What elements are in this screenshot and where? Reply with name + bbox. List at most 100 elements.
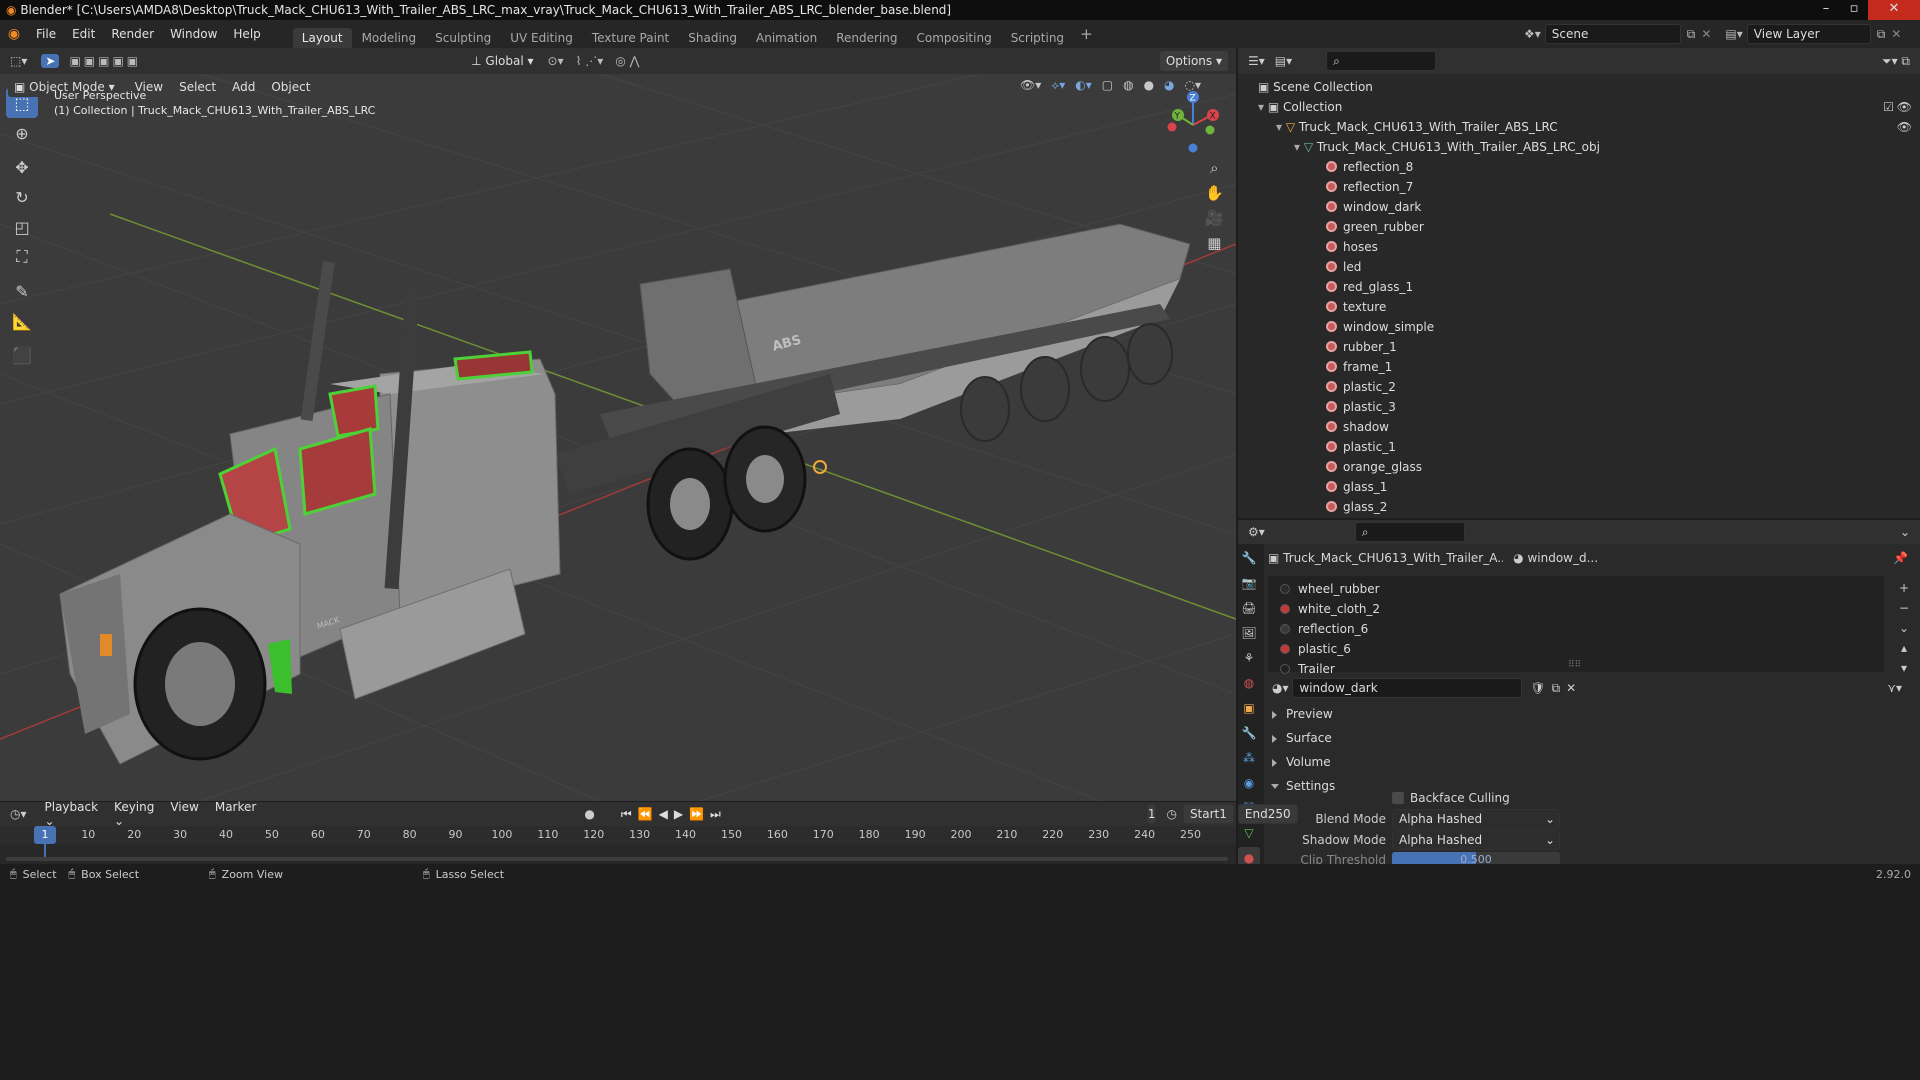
zoom-icon[interactable]: ⌕	[1205, 156, 1224, 181]
fake-user-icon[interactable]: 🛡	[1530, 681, 1545, 695]
timeline-scrollbar[interactable]	[6, 857, 1228, 861]
filter-icon[interactable]: ⏷▾ ⧉	[1882, 54, 1910, 69]
surface-panel-header[interactable]: Surface	[1272, 726, 1904, 750]
annotate-tool-icon[interactable]: ✎	[6, 276, 38, 306]
material-slot[interactable]: plastic_6	[1268, 639, 1884, 659]
timeline-menu-keying[interactable]: Keying ⌄	[106, 800, 162, 828]
tab-modeling[interactable]: Modeling	[353, 28, 426, 48]
navigation-gizmo[interactable]: Z Y X	[1160, 90, 1226, 160]
outliner-search-field[interactable]: ⌕	[1326, 51, 1437, 71]
end-frame-field[interactable]: End 250	[1237, 804, 1298, 824]
outliner-material-row[interactable]: plastic_2	[1238, 377, 1920, 397]
timeline-menu-playback[interactable]: Playback ⌄	[37, 800, 107, 828]
tab-animation[interactable]: Animation	[747, 28, 826, 48]
menu-render[interactable]: Render	[103, 27, 162, 41]
rotate-tool-icon[interactable]: ↻	[6, 182, 38, 212]
overlay-toggle-icon[interactable]: ◐▾	[1075, 78, 1092, 92]
outliner-editor-icon[interactable]: ☰▾	[1248, 54, 1265, 68]
expand-icon[interactable]: ▾	[1294, 140, 1304, 154]
eye-icon[interactable]: 👁	[1897, 97, 1912, 117]
3d-viewport[interactable]: ABS MACK ⬚ ⊕ ✥ ↻ ◰ ⛶ ✎ 📐 ⬛ ▣ Object Mode…	[0, 74, 1236, 801]
snap-icon[interactable]: ⌇ ⋰▾	[576, 54, 604, 68]
object-origin[interactable]	[813, 460, 827, 474]
play-icon[interactable]: ▶	[674, 807, 689, 821]
play-reverse-icon[interactable]: ◀	[659, 807, 674, 821]
eye-icon[interactable]: 👁	[1897, 117, 1912, 137]
duplicate-material-icon[interactable]: ⧉	[1552, 681, 1561, 696]
outliner-material-row[interactable]: window_dark	[1238, 197, 1920, 217]
tool-tab-icon[interactable]: 🔧	[1238, 547, 1260, 569]
outliner-material-row[interactable]: rubber_1	[1238, 337, 1920, 357]
add-workspace-icon[interactable]: +	[1074, 25, 1099, 43]
move-tool-icon[interactable]: ✥	[6, 152, 38, 182]
timeline-menu-view[interactable]: View	[162, 800, 206, 828]
outliner-material-row[interactable]: led	[1238, 257, 1920, 277]
measure-tool-icon[interactable]: 📐	[6, 306, 38, 336]
outliner-material-row[interactable]: glass_1	[1238, 477, 1920, 497]
timeline-menu-marker[interactable]: Marker	[207, 800, 264, 828]
backface-culling-checkbox[interactable]	[1392, 792, 1404, 804]
material-name-field[interactable]: window_dark	[1292, 678, 1523, 698]
outliner-material-row[interactable]: plastic_1	[1238, 437, 1920, 457]
expand-icon[interactable]: ▾	[1258, 100, 1268, 114]
checkbox-icon[interactable]: ☑	[1883, 97, 1894, 117]
output-tab-icon[interactable]: 🖨	[1238, 597, 1260, 619]
modifier-tab-icon[interactable]: 🔧	[1238, 722, 1260, 744]
volume-panel-header[interactable]: Volume	[1272, 750, 1904, 774]
render-tab-icon[interactable]: 📷	[1238, 572, 1260, 594]
tab-texture-paint[interactable]: Texture Paint	[583, 28, 678, 48]
new-view-layer-icon[interactable]: ⧉	[1877, 27, 1886, 42]
scene-tab-icon[interactable]: ⚘	[1238, 647, 1260, 669]
material-slot[interactable]: reflection_6	[1268, 619, 1884, 639]
preview-panel-header[interactable]: Preview	[1272, 702, 1904, 726]
collection-row[interactable]: ▾ ▣ Collection ☑ 👁	[1238, 97, 1920, 117]
start-frame-field[interactable]: Start 1	[1182, 804, 1234, 824]
select-tool-icon[interactable]: ➤	[41, 54, 60, 68]
data-tab-icon[interactable]: ▽	[1238, 822, 1260, 844]
move-slot-up-icon[interactable]: ▴	[1894, 638, 1914, 658]
tab-shading[interactable]: Shading	[679, 28, 746, 48]
prev-keyframe-icon[interactable]: ⏪	[638, 807, 659, 821]
menu-help[interactable]: Help	[225, 27, 268, 41]
material-slot[interactable]: wheel_rubber	[1268, 579, 1884, 599]
properties-search-field[interactable]: ⌕	[1354, 522, 1465, 542]
tab-rendering[interactable]: Rendering	[827, 28, 906, 48]
scene-collection-row[interactable]: ▣ Scene Collection	[1238, 77, 1920, 97]
expand-icon[interactable]: ▾	[1276, 120, 1286, 134]
menu-edit[interactable]: Edit	[64, 27, 103, 41]
backface-culling-row[interactable]: Backface Culling	[1388, 788, 1908, 808]
outliner-material-row[interactable]: red_glass_1	[1238, 277, 1920, 297]
editor-type-icon[interactable]: ⬚▾	[10, 54, 27, 68]
outliner-material-row[interactable]: shadow	[1238, 417, 1920, 437]
minimize-icon[interactable]: –	[1812, 0, 1840, 20]
remove-slot-icon[interactable]: −	[1894, 598, 1914, 618]
select-mode-icons[interactable]: ▣▣▣▣▣	[69, 54, 141, 68]
material-browse-icon[interactable]: ◕▾	[1272, 681, 1292, 695]
tab-scripting[interactable]: Scripting	[1002, 28, 1073, 48]
xray-icon[interactable]: ▢	[1102, 78, 1113, 92]
add-slot-icon[interactable]: +	[1894, 578, 1914, 598]
visibility-icon[interactable]: 👁▾	[1020, 78, 1041, 92]
cursor-tool-icon[interactable]: ⊕	[6, 118, 38, 148]
pan-hand-icon[interactable]: ✋	[1205, 181, 1224, 206]
record-icon[interactable]: ●	[584, 807, 594, 821]
properties-options-icon[interactable]: ⌄	[1900, 525, 1910, 539]
material-slot[interactable]: white_cloth_2	[1268, 599, 1884, 619]
view-layer-field[interactable]: View Layer	[1746, 24, 1871, 44]
node-browse-icon[interactable]: ⋎▾	[1887, 681, 1902, 695]
outliner-material-row[interactable]: green_rubber	[1238, 217, 1920, 237]
outliner-material-row[interactable]: plastic_3	[1238, 397, 1920, 417]
scene-icon[interactable]: ❖▾	[1524, 27, 1541, 41]
truck-model[interactable]: ABS MACK	[0, 74, 1236, 801]
move-slot-down-icon[interactable]: ▾	[1894, 658, 1914, 678]
jump-start-icon[interactable]: ⏮	[621, 807, 638, 821]
close-icon[interactable]: ✕	[1868, 0, 1920, 20]
tab-uv-editing[interactable]: UV Editing	[501, 28, 582, 48]
maximize-icon[interactable]: ▫	[1840, 0, 1868, 20]
physics-tab-icon[interactable]: ◉	[1238, 772, 1260, 794]
preview-range-icon[interactable]: ◷	[1166, 807, 1176, 821]
options-dropdown[interactable]: Options ▾	[1159, 51, 1228, 71]
menu-window[interactable]: Window	[162, 27, 225, 41]
solid-shading-icon[interactable]: ●	[1144, 78, 1154, 92]
outliner-material-row[interactable]: hoses	[1238, 237, 1920, 257]
